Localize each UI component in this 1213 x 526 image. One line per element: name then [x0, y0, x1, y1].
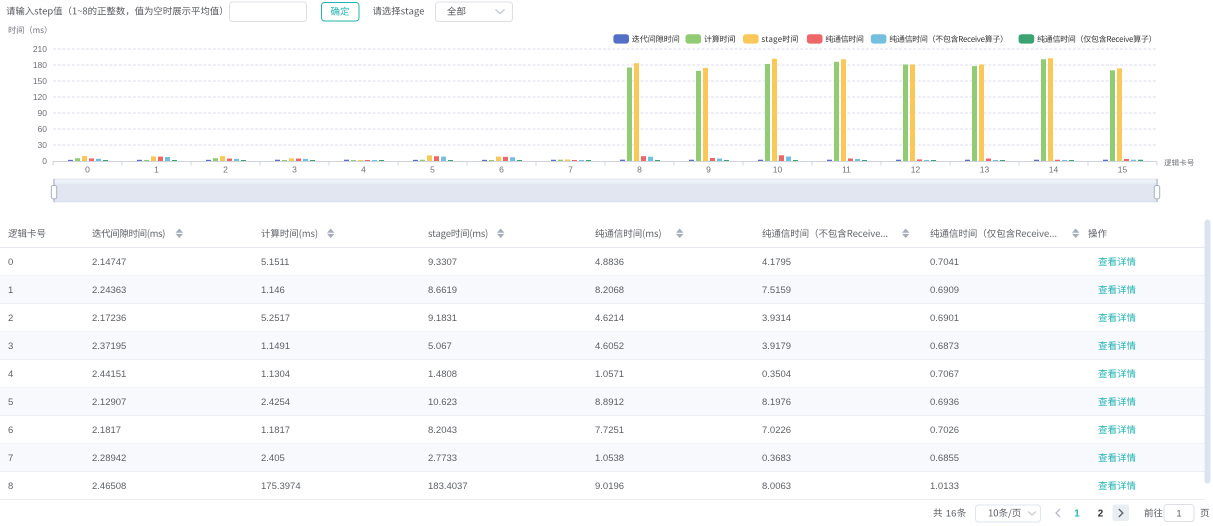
svg-text:4: 4: [361, 165, 366, 175]
svg-text:0.7041: 0.7041: [930, 257, 959, 268]
svg-text:7.0226: 7.0226: [762, 425, 791, 436]
svg-text:2.24363: 2.24363: [92, 285, 126, 296]
svg-text:6: 6: [8, 425, 13, 436]
svg-text:14: 14: [1049, 165, 1059, 175]
svg-text:2: 2: [1098, 508, 1104, 519]
svg-text:175.3974: 175.3974: [261, 481, 301, 492]
svg-text:2.405: 2.405: [261, 453, 285, 464]
svg-text:7.7251: 7.7251: [595, 425, 624, 436]
svg-text:2.17236: 2.17236: [92, 313, 126, 324]
svg-text:11: 11: [842, 165, 851, 175]
svg-text:1.0133: 1.0133: [930, 481, 959, 492]
svg-text:0.7026: 0.7026: [930, 425, 959, 436]
svg-text:4: 4: [8, 369, 13, 380]
svg-text:3: 3: [8, 341, 13, 352]
svg-text:7: 7: [568, 165, 573, 175]
svg-text:8: 8: [637, 165, 642, 175]
svg-text:150: 150: [33, 76, 47, 86]
svg-text:9.1831: 9.1831: [428, 313, 457, 324]
svg-text:210: 210: [33, 44, 47, 54]
svg-text:5: 5: [430, 165, 435, 175]
svg-text:2: 2: [223, 165, 228, 175]
svg-text:1: 1: [1176, 508, 1181, 519]
svg-text:1.146: 1.146: [261, 285, 285, 296]
svg-text:4.1795: 4.1795: [762, 257, 791, 268]
svg-text:5.067: 5.067: [428, 341, 452, 352]
svg-text:1: 1: [8, 285, 13, 296]
svg-text:12: 12: [911, 165, 921, 175]
svg-text:8.2043: 8.2043: [428, 425, 457, 436]
svg-text:0.6873: 0.6873: [930, 341, 959, 352]
svg-text:15: 15: [1118, 165, 1128, 175]
svg-text:10.623: 10.623: [428, 397, 457, 408]
svg-text:60: 60: [38, 124, 48, 134]
svg-text:120: 120: [33, 92, 47, 102]
svg-text:2.46508: 2.46508: [92, 481, 126, 492]
svg-text:9.0196: 9.0196: [595, 481, 624, 492]
svg-text:1.4808: 1.4808: [428, 369, 457, 380]
svg-text:6: 6: [499, 165, 504, 175]
svg-text:8.8912: 8.8912: [595, 397, 624, 408]
svg-text:1: 1: [1074, 508, 1080, 519]
svg-text:7: 7: [8, 453, 13, 464]
svg-text:1.0571: 1.0571: [595, 369, 624, 380]
svg-text:2: 2: [8, 313, 13, 324]
svg-text:13: 13: [980, 165, 990, 175]
svg-text:2.4254: 2.4254: [261, 397, 290, 408]
svg-text:0.3504: 0.3504: [762, 369, 791, 380]
svg-text:1.1304: 1.1304: [261, 369, 290, 380]
svg-text:2.37195: 2.37195: [92, 341, 126, 352]
svg-text:0.7067: 0.7067: [930, 369, 959, 380]
svg-text:4.6052: 4.6052: [595, 341, 624, 352]
svg-text:16: 16: [946, 508, 957, 519]
svg-text:0: 0: [8, 257, 13, 268]
svg-text:2.1817: 2.1817: [92, 425, 121, 436]
svg-text:10: 10: [773, 165, 783, 175]
svg-text:1.0538: 1.0538: [595, 453, 624, 464]
svg-text:5: 5: [8, 397, 13, 408]
svg-text:1.1491: 1.1491: [261, 341, 290, 352]
svg-text:2.28942: 2.28942: [92, 453, 126, 464]
svg-text:2.12907: 2.12907: [92, 397, 126, 408]
svg-text:7.5159: 7.5159: [762, 285, 791, 296]
svg-text:0.6855: 0.6855: [930, 453, 959, 464]
svg-text:0.6936: 0.6936: [930, 397, 959, 408]
svg-text:1: 1: [154, 165, 159, 175]
svg-text:90: 90: [38, 108, 48, 118]
svg-text:3.9179: 3.9179: [762, 341, 791, 352]
svg-text:4.6214: 4.6214: [595, 313, 624, 324]
svg-text:5.1511: 5.1511: [261, 257, 289, 268]
svg-text:3.9314: 3.9314: [762, 313, 791, 324]
svg-text:0: 0: [85, 165, 90, 175]
svg-text:0.3683: 0.3683: [762, 453, 791, 464]
svg-text:0.6901: 0.6901: [930, 313, 959, 324]
svg-text:9.3307: 9.3307: [428, 257, 457, 268]
svg-text:4.8836: 4.8836: [595, 257, 624, 268]
svg-text:8: 8: [8, 481, 13, 492]
svg-text:2.14747: 2.14747: [92, 257, 126, 268]
svg-text:8.0063: 8.0063: [762, 481, 791, 492]
svg-text:5.2517: 5.2517: [261, 313, 290, 324]
svg-text:180: 180: [33, 60, 47, 70]
svg-text:8.2068: 8.2068: [595, 285, 624, 296]
svg-text:183.4037: 183.4037: [428, 481, 468, 492]
svg-text:0: 0: [42, 156, 47, 166]
svg-text:3: 3: [292, 165, 297, 175]
svg-text:8.1976: 8.1976: [762, 397, 791, 408]
svg-text:0.6909: 0.6909: [930, 285, 959, 296]
svg-text:30: 30: [38, 140, 48, 150]
svg-text:8.6619: 8.6619: [428, 285, 457, 296]
svg-text:2.7733: 2.7733: [428, 453, 457, 464]
svg-text:9: 9: [706, 165, 711, 175]
svg-text:1.1817: 1.1817: [261, 425, 290, 436]
svg-text:2.44151: 2.44151: [92, 369, 126, 380]
